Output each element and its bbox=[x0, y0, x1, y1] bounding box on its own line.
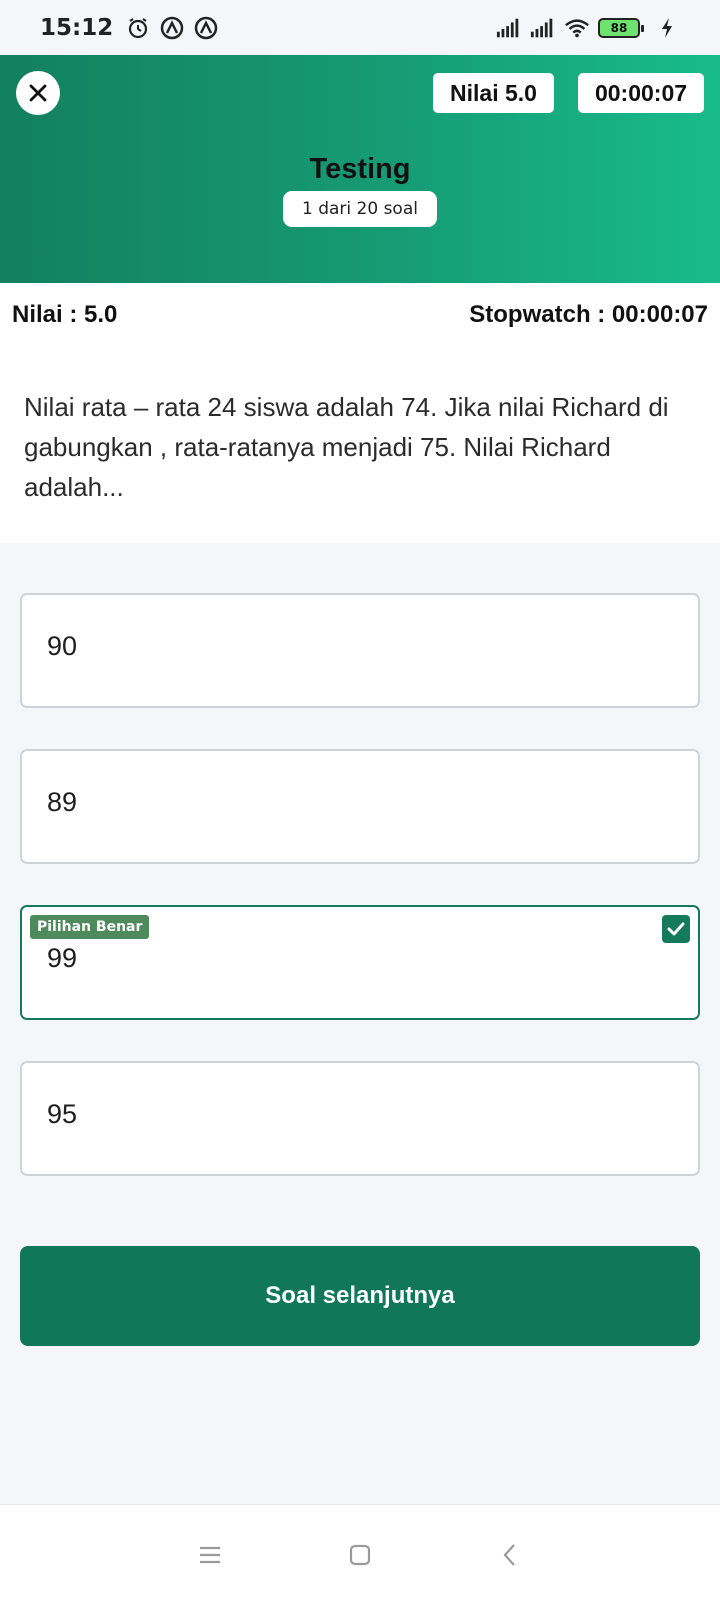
answer-option-text: 89 bbox=[47, 787, 78, 817]
answer-option-text: 99 bbox=[47, 943, 78, 973]
next-question-button[interactable]: Soal selanjutnya bbox=[20, 1246, 700, 1346]
stopwatch-text: Stopwatch : 00:00:07 bbox=[469, 301, 708, 328]
quiz-title: Testing bbox=[309, 153, 411, 185]
alarm-icon bbox=[125, 15, 151, 41]
signal-icon bbox=[530, 15, 556, 41]
status-icons-right: 88 bbox=[496, 15, 680, 41]
answer-option-4[interactable]: 95 bbox=[20, 1061, 700, 1176]
question-text: Nilai rata – rata 24 siswa adalah 74. Ji… bbox=[24, 392, 669, 502]
battery-icon: 88 bbox=[598, 17, 644, 38]
correct-answer-badge: Pilihan Benar bbox=[30, 915, 150, 939]
menu-icon[interactable] bbox=[190, 1535, 230, 1575]
status-bar: 15:12 88 bbox=[0, 0, 720, 55]
signal-icon bbox=[496, 15, 522, 41]
status-time: 15:12 bbox=[40, 14, 114, 41]
charging-icon bbox=[654, 15, 680, 41]
close-button[interactable] bbox=[16, 71, 60, 115]
home-icon[interactable] bbox=[340, 1535, 380, 1575]
answer-option-text: 95 bbox=[47, 1099, 78, 1129]
answer-option-text: 90 bbox=[47, 631, 78, 661]
score-text: Nilai : 5.0 bbox=[12, 301, 118, 328]
answer-option-1[interactable]: 90 bbox=[20, 593, 700, 708]
system-nav-bar bbox=[0, 1504, 720, 1600]
answer-option-2[interactable]: 89 bbox=[20, 749, 700, 864]
quiz-header: Nilai 5.0 00:00:07 Testing 1 dari 20 soa… bbox=[0, 55, 720, 283]
question-panel: Nilai : 5.0 Stopwatch : 00:00:07 Nilai r… bbox=[0, 283, 720, 543]
checkbox-checked-icon[interactable] bbox=[662, 915, 690, 943]
wifi-icon bbox=[564, 15, 590, 41]
close-icon bbox=[29, 84, 47, 102]
answer-option-3[interactable]: Pilihan Benar 99 bbox=[20, 905, 700, 1020]
status-icons-left bbox=[125, 15, 219, 41]
app-notification-icon bbox=[159, 15, 185, 41]
timer-chip: 00:00:07 bbox=[578, 73, 704, 113]
question-progress-badge: 1 dari 20 soal bbox=[283, 191, 437, 227]
back-icon[interactable] bbox=[490, 1535, 530, 1575]
score-chip: Nilai 5.0 bbox=[433, 73, 554, 113]
app-notification-icon bbox=[193, 15, 219, 41]
